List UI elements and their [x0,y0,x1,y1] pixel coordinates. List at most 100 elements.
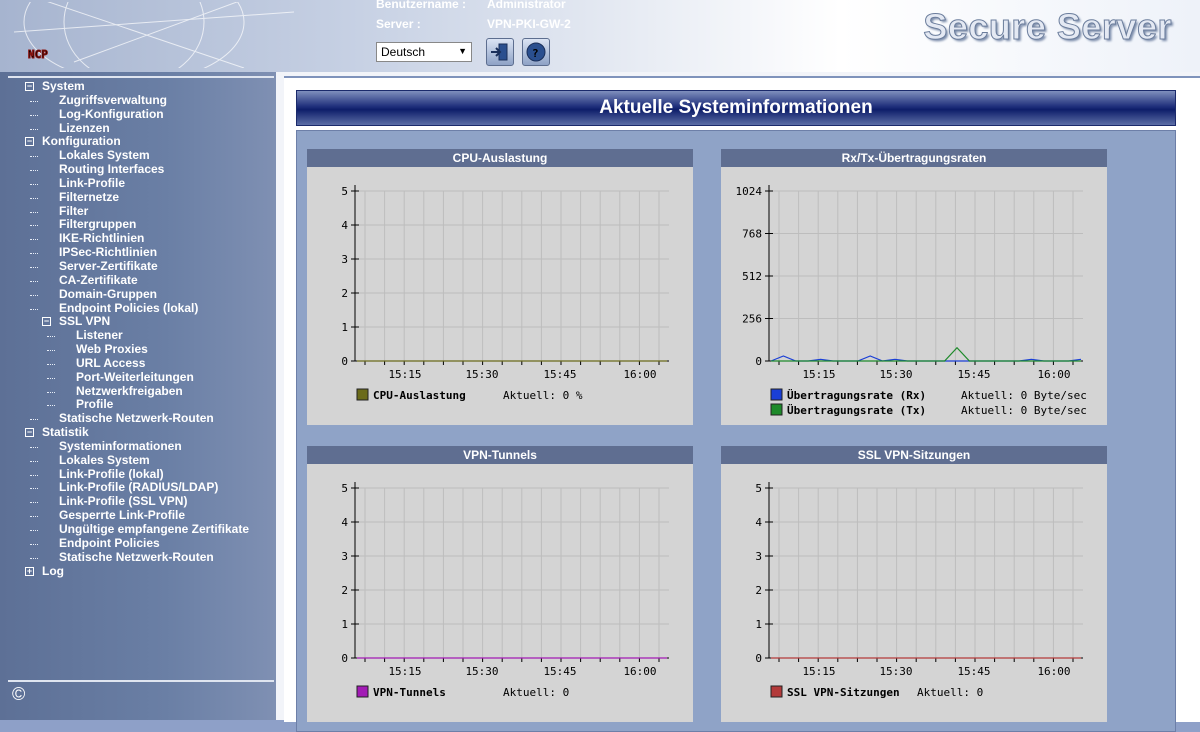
nav-item-label: Link-Profile [59,175,126,190]
nav-item-filternetze[interactable]: Filternetze [0,189,276,205]
nav-item-system[interactable]: − System [0,79,276,94]
tree-connector [47,391,55,393]
nav-item-profile[interactable]: Profile [0,398,276,412]
nav-item-label: Log-Konfiguration [59,106,164,121]
x-tick-label: 16:00 [623,368,656,381]
collapse-icon[interactable]: − [42,317,51,327]
nav-item-endpoint-policies-lokal[interactable]: Endpoint Policies (lokal) [0,300,276,316]
chart-body: 0 1 2 3 4 5 15:15 15:30 15:45 16:00 VPN-Tunnels Akt… [307,464,693,722]
nav-item-web-proxies[interactable]: Web Proxies [0,342,276,357]
legend-swatch [770,388,783,401]
nav-item-lokales-system[interactable]: Lokales System [0,453,276,468]
y-tick-label: 2 [755,584,762,597]
y-tick-label: 4 [341,219,348,232]
main-area: Aktuelle Systeminformationen CPU-Auslast… [276,72,1200,732]
nav-item-filtergruppen[interactable]: Filtergruppen [0,218,276,232]
nav-item-statische-netzwerk-routen[interactable]: Statische Netzwerk-Routen [0,550,276,565]
chevron-down-icon: ▼ [458,46,467,56]
nav-item-ssl-vpn[interactable]: − SSL VPN [0,314,276,329]
nav-item-label: SSL VPN [59,314,111,329]
help-button[interactable]: ? [522,38,550,66]
nav-item-label: Statische Netzwerk-Routen [59,411,214,426]
nav-item-server-zertifikate[interactable]: Server-Zertifikate [0,258,276,274]
chart-panel-ssl-vpn: SSL VPN-Sitzungen 0 1 2 3 4 5 15:15 15:30 15:45 1… [721,446,1107,722]
nav-item-routing-interfaces[interactable]: Routing Interfaces [0,162,276,177]
y-tick-label: 4 [341,516,348,529]
legend-current-value: Aktuell: 0 [503,686,569,699]
tree-connector [47,363,55,365]
nav-item-port-weiterleitungen[interactable]: Port-Weiterleitungen [0,369,276,385]
x-tick-label: 15:45 [957,665,990,678]
nav-item-label: Link-Profile (SSL VPN) [59,494,188,509]
nav-item-label: Domain-Gruppen [59,286,157,301]
chart-body: 0 1 2 3 4 5 15:15 15:30 15:45 16:00 CPU-Auslastung… [307,167,693,425]
nav-item-statistik[interactable]: − Statistik [0,425,276,440]
nav-item-listener[interactable]: Listener [0,328,276,343]
chart-cpu: 0 1 2 3 4 5 15:15 15:30 15:45 16:00 CPU-Auslastung… [341,185,669,402]
y-tick-label: 5 [341,185,348,198]
nav-item-label: System [42,79,85,93]
language-value: Deutsch [381,45,426,59]
copyright-icon: © [12,684,26,704]
page-title: Aktuelle Systeminformationen [296,90,1176,126]
collapse-icon[interactable]: − [25,137,34,147]
nav-item-zugriffsverwaltung[interactable]: Zugriffsverwaltung [0,93,276,108]
nav-item-ike-richtlinien[interactable]: IKE-Richtlinien [0,231,276,246]
logout-button[interactable] [486,38,514,66]
nav-item-ca-zertifikate[interactable]: CA-Zertifikate [0,273,276,288]
x-tick-label: 15:45 [543,665,576,678]
nav-item-link-profile[interactable]: Link-Profile [0,175,276,191]
x-tick-label: 15:30 [465,665,498,678]
nav-item-label: Gesperrte Link-Profile [59,508,186,523]
nav-item-konfiguration[interactable]: − Konfiguration [0,135,276,149]
nav-item-link-profile-lokal[interactable]: Link-Profile (lokal) [0,467,276,482]
nav-item-ipsec-richtlinien[interactable]: IPSec-Richtlinien [0,245,276,260]
y-tick-label: 1 [755,618,762,631]
tree-connector [30,557,38,559]
charts-container: CPU-Auslastung 0 1 2 3 4 5 15:15 15:30 15:45 16:0… [296,130,1176,732]
y-tick-label: 1 [341,618,348,631]
legend-current-value: Aktuell: 0 Byte/sec [961,389,1087,402]
tree-connector [30,253,38,255]
nav-item-label: Lizenzen [59,120,110,135]
nav-item-endpoint-policies[interactable]: Endpoint Policies [0,536,276,551]
nav-item-lokales-system[interactable]: Lokales System [0,148,276,163]
tree-connector [47,377,55,379]
nav-item-label: Server-Zertifikate [59,258,158,273]
tree-connector [47,350,55,352]
main-content-frame: Aktuelle Systeminformationen CPU-Auslast… [284,76,1200,732]
nav-item-url-access[interactable]: URL Access [0,356,276,371]
collapse-icon[interactable]: − [25,428,34,438]
tree-connector [30,308,38,310]
legend-series-name: Übertragungsrate (Rx) [787,388,926,402]
y-tick-label: 5 [755,482,762,495]
legend-swatch [356,685,369,698]
nav-item-filter[interactable]: Filter [0,204,276,219]
nav-item-systeminformationen[interactable]: Systeminformationen [0,439,276,454]
nav-item-statische-netzwerk-routen[interactable]: Statische Netzwerk-Routen [0,411,276,426]
nav-item-netzwerkfreigaben[interactable]: Netzwerkfreigaben [0,384,276,399]
x-tick-label: 16:00 [1037,368,1070,381]
nav-item-link-profile-radius-ldap[interactable]: Link-Profile (RADIUS/LDAP) [0,481,276,495]
nav-item-label: Filternetze [59,189,120,204]
chart-rxtx: 0 256 512 768 1024 15:15 15:30 15:45 16:00 Übertr… [736,185,1087,417]
nav-item-link-profile-ssl-vpn[interactable]: Link-Profile (SSL VPN) [0,494,276,509]
tree-connector [30,183,38,185]
tree-connector [30,280,38,282]
nav-item-log-konfiguration[interactable]: Log-Konfiguration [0,106,276,122]
chart-ssl-vpn: 0 1 2 3 4 5 15:15 15:30 15:45 16:00 SSL VPN-Sitzun… [755,482,1083,699]
nav-item-label: Routing Interfaces [59,162,165,177]
nav-item-label: Port-Weiterleitungen [76,369,194,384]
nav-item-log[interactable]: + Log [0,564,276,579]
language-select[interactable]: Deutsch ▼ [376,42,472,62]
expand-icon[interactable]: + [25,566,34,576]
nav-item-lizenzen[interactable]: Lizenzen [0,120,276,136]
svg-text:NCP: NCP [28,48,48,61]
collapse-icon[interactable]: − [25,82,34,91]
legend-series-name: SSL VPN-Sitzungen [787,686,900,699]
nav-item-label: Endpoint Policies (lokal) [59,300,199,315]
nav-item-ungültige-empfangene-zertifikate[interactable]: Ungültige empfangene Zertifikate [0,522,276,537]
nav-item-gesperrte-link-profile[interactable]: Gesperrte Link-Profile [0,508,276,523]
tree-connector [30,419,38,421]
nav-item-domain-gruppen[interactable]: Domain-Gruppen [0,286,276,302]
